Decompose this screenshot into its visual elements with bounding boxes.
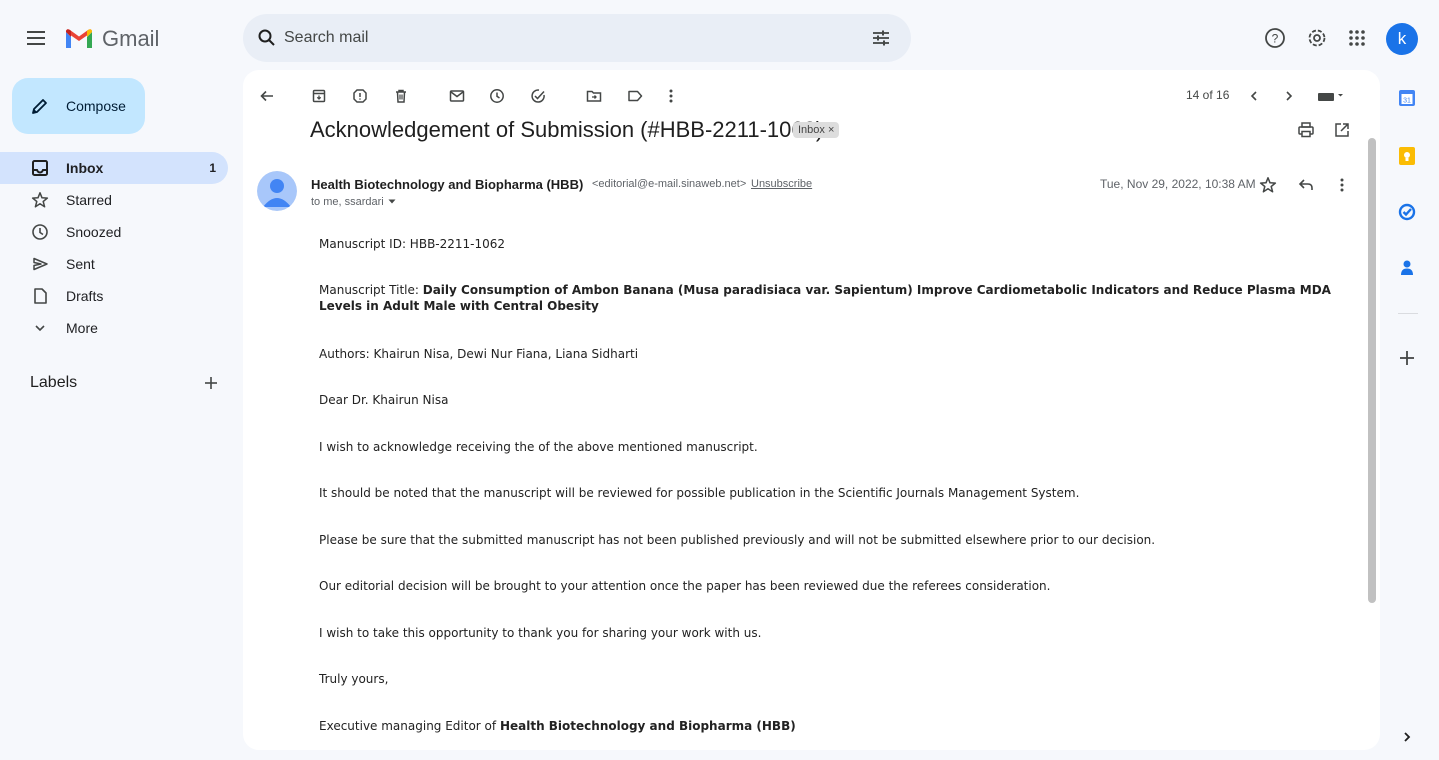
sidebar-item-label: Inbox — [66, 160, 104, 176]
report-spam-icon[interactable] — [350, 86, 370, 106]
unsubscribe-link[interactable]: Unsubscribe — [751, 178, 812, 190]
help-icon[interactable]: ? — [1263, 26, 1287, 50]
google-apps-icon[interactable] — [1345, 26, 1369, 50]
body-paragraph: Please be sure that the submitted manusc… — [319, 533, 1156, 547]
closing: Truly yours, — [319, 672, 389, 686]
show-side-panel-chevron-icon[interactable] — [1396, 726, 1418, 748]
message-panel: 14 of 16 Acknowledgement of Submission (… — [243, 70, 1380, 750]
pencil-icon — [30, 96, 50, 116]
reply-icon[interactable] — [1295, 174, 1317, 196]
manuscript-title-text: Daily Consumption of Ambon Banana (Musa … — [319, 283, 1331, 313]
sidebar-item-label: Drafts — [66, 288, 104, 304]
older-chevron-right-icon[interactable] — [1279, 86, 1299, 106]
search-bar[interactable]: Search mail — [243, 14, 911, 62]
send-icon — [30, 254, 50, 274]
manuscript-title-prefix: Manuscript Title: — [319, 283, 423, 297]
add-task-icon[interactable] — [528, 86, 548, 106]
labels-heading: Labels — [30, 374, 78, 391]
account-avatar[interactable]: k — [1386, 23, 1418, 55]
message-date: Tue, Nov 29, 2022, 10:38 AM — [1100, 177, 1256, 191]
inbox-icon — [30, 158, 50, 178]
caret-down-icon — [388, 199, 396, 205]
body-paragraph: I wish to acknowledge receiving the of t… — [319, 440, 758, 454]
tasks-icon[interactable] — [1396, 201, 1418, 223]
sidebar-item-label: Sent — [66, 256, 95, 272]
sender-email: <editorial@e-mail.sinaweb.net> — [592, 178, 747, 190]
gmail-m-icon — [64, 28, 94, 50]
sidebar-item-drafts[interactable]: Drafts — [0, 280, 228, 312]
draft-icon — [30, 286, 50, 306]
snooze-clock-icon[interactable] — [487, 86, 507, 106]
scrollbar-thumb[interactable] — [1368, 138, 1376, 603]
print-icon[interactable] — [1296, 120, 1316, 140]
keep-notes-icon[interactable] — [1396, 145, 1418, 167]
manuscript-title: Manuscript Title: Daily Consumption of A… — [319, 282, 1349, 314]
authors: Authors: Khairun Nisa, Dewi Nur Fiana, L… — [319, 347, 639, 361]
open-new-window-icon[interactable] — [1332, 120, 1352, 140]
recipients-toggle[interactable]: to me, ssardari — [311, 196, 396, 208]
sidebar-item-snoozed[interactable]: Snoozed — [0, 216, 228, 248]
app-name: Gmail — [102, 26, 160, 51]
sidebar-item-label: Starred — [66, 192, 112, 208]
body-paragraph: It should be noted that the manuscript w… — [319, 486, 1080, 500]
manuscript-id: Manuscript ID: HBB-2211-1062 — [319, 237, 506, 251]
compose-button[interactable]: Compose — [12, 78, 145, 134]
calendar-icon[interactable]: 31 — [1396, 87, 1418, 109]
search-input[interactable]: Search mail — [284, 29, 368, 47]
body-paragraph: I wish to take this opportunity to thank… — [319, 626, 762, 640]
more-options-icon[interactable] — [661, 86, 681, 106]
inbox-label-chip[interactable]: Inbox × — [793, 122, 840, 138]
sidebar-item-label: Snoozed — [66, 224, 122, 240]
more-vertical-icon[interactable] — [1331, 174, 1353, 196]
svg-text:31: 31 — [1403, 98, 1411, 105]
star-icon[interactable] — [1257, 174, 1279, 196]
chevron-down-icon — [30, 318, 50, 338]
add-label-icon[interactable] — [200, 372, 222, 394]
sender-avatar[interactable] — [257, 171, 297, 211]
search-icon[interactable] — [255, 26, 279, 50]
signature-org: Health Biotechnology and Biopharma (HBB) — [499, 719, 796, 733]
body-paragraph: Our editorial decision will be brought t… — [319, 579, 1051, 593]
recipients-text: to me, ssardari — [311, 196, 384, 208]
back-arrow-icon[interactable] — [257, 86, 277, 106]
signature-prefix: Executive managing Editor of — [319, 719, 500, 733]
rail-divider — [1398, 313, 1418, 314]
sidebar-item-inbox[interactable]: Inbox 1 — [0, 152, 228, 184]
svg-text:?: ? — [1272, 32, 1279, 46]
main-menu-icon[interactable] — [24, 24, 52, 52]
clock-icon — [30, 222, 50, 242]
gmail-logo[interactable]: Gmail — [64, 24, 159, 54]
greeting: Dear Dr. Khairun Nisa — [319, 393, 449, 407]
archive-icon[interactable] — [309, 86, 329, 106]
move-to-folder-icon[interactable] — [584, 86, 604, 106]
sidebar-item-sent[interactable]: Sent — [0, 248, 228, 280]
input-tools-keyboard-icon[interactable] — [1315, 86, 1347, 106]
sidebar-item-more[interactable]: More — [0, 312, 228, 344]
star-icon — [30, 190, 50, 210]
add-addon-plus-icon[interactable] — [1396, 347, 1418, 369]
pagination-count: 14 of 16 — [1186, 88, 1230, 102]
compose-label: Compose — [66, 98, 126, 114]
newer-chevron-left-icon[interactable] — [1244, 86, 1264, 106]
sidebar-item-label: More — [66, 320, 98, 336]
search-options-icon[interactable] — [869, 26, 893, 50]
signature: Executive managing Editor of Health Biot… — [319, 718, 1349, 734]
settings-gear-icon[interactable] — [1305, 26, 1329, 50]
sidebar-item-starred[interactable]: Starred — [0, 184, 228, 216]
unread-count: 1 — [209, 161, 216, 175]
label-tag-icon[interactable] — [625, 86, 645, 106]
contacts-icon[interactable] — [1396, 257, 1418, 279]
mark-unread-icon[interactable] — [447, 86, 467, 106]
delete-trash-icon[interactable] — [391, 86, 411, 106]
email-subject: Acknowledgement of Submission (#HBB-2211… — [310, 117, 824, 142]
sender-name[interactable]: Health Biotechnology and Biopharma (HBB) — [311, 177, 583, 192]
